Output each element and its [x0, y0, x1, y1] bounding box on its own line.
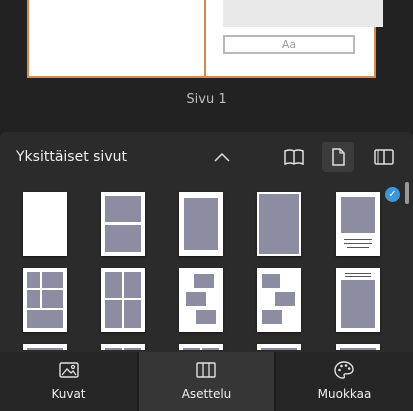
text-placeholder[interactable]: Aa — [223, 35, 355, 54]
layout-photo-with-header[interactable] — [336, 268, 380, 332]
chevron-up-icon — [214, 152, 230, 162]
layout-staggered-a[interactable] — [179, 268, 223, 332]
single-page-view-button[interactable] — [322, 142, 354, 172]
layout-full-bleed[interactable] — [257, 192, 301, 256]
tab-kuvat-label: Kuvat — [51, 387, 86, 401]
layout-scrollbar-thumb[interactable] — [405, 182, 409, 204]
image-icon — [59, 362, 79, 378]
layout-row3-2[interactable] — [101, 344, 145, 350]
layout-row3-3[interactable] — [179, 344, 223, 350]
single-page-icon — [332, 148, 345, 166]
layout-scrollbar[interactable] — [404, 184, 410, 354]
layout-row3-1[interactable] — [23, 344, 67, 350]
spread-fold — [204, 0, 206, 76]
panel-title: Yksittäiset sivut — [16, 149, 127, 165]
layout-two-stacked[interactable] — [101, 192, 145, 256]
layout-photo-with-caption[interactable] — [336, 192, 380, 256]
layout-single-photo-margin[interactable] — [179, 192, 223, 256]
palette-icon — [334, 361, 354, 379]
page-label: Sivu 1 — [186, 92, 227, 107]
layout-grid — [0, 188, 400, 350]
collapse-button[interactable] — [212, 147, 232, 167]
bottom-tab-bar: Kuvat Asettelu Muokkaa — [0, 352, 413, 411]
layout-staggered-b[interactable] — [257, 268, 301, 332]
panel-header: Yksittäiset sivut — [0, 132, 413, 180]
layout-columns-icon — [196, 362, 216, 378]
book-view-icon — [284, 149, 304, 166]
tab-muokkaa[interactable]: Muokkaa — [276, 352, 413, 411]
image-placeholder[interactable] — [223, 0, 383, 27]
tab-muokkaa-label: Muokkaa — [317, 387, 372, 401]
selected-check-icon: ✓ — [385, 187, 400, 202]
tab-asettelu[interactable]: Asettelu — [139, 352, 274, 411]
spread-view-button[interactable] — [367, 142, 399, 172]
layout-five-grid[interactable] — [23, 268, 67, 332]
layout-row3-5[interactable] — [336, 344, 380, 350]
layout-four-grid[interactable] — [101, 268, 145, 332]
layout-row3-4[interactable] — [257, 344, 301, 350]
spread-preview: Aa Sivu 1 — [0, 0, 413, 132]
tab-asettelu-label: Asettelu — [181, 387, 232, 401]
spread-view-icon — [374, 149, 394, 165]
page-spread[interactable]: Aa — [27, 0, 383, 78]
tab-kuvat[interactable]: Kuvat — [0, 352, 137, 411]
layout-blank[interactable] — [23, 192, 67, 256]
book-view-button[interactable] — [277, 142, 309, 172]
